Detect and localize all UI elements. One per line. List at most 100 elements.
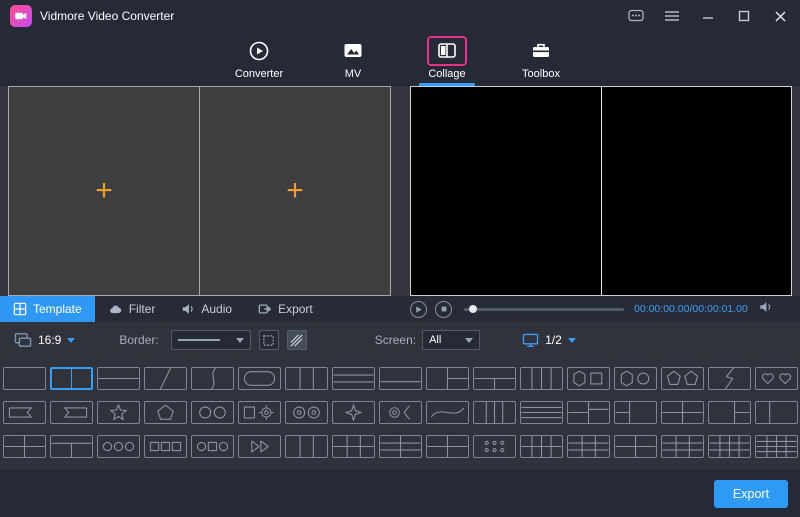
template-pentagon[interactable] bbox=[144, 401, 187, 424]
template-split-v3-b[interactable] bbox=[285, 435, 328, 458]
template-star[interactable] bbox=[97, 401, 140, 424]
template-gear-square[interactable] bbox=[238, 401, 281, 424]
lower-strip: Template Filter Audio Export 00:00:00.00… bbox=[0, 296, 800, 322]
template-fast-forward[interactable] bbox=[238, 435, 281, 458]
template-grid-2x1[interactable] bbox=[755, 401, 798, 424]
collage-toolbar: 16:9 Border: Screen: All 1/2 bbox=[0, 322, 800, 358]
tab-toolbox[interactable]: Toolbox bbox=[509, 36, 573, 86]
template-circles-pair-b[interactable] bbox=[285, 401, 328, 424]
template-dots-grid[interactable] bbox=[473, 435, 516, 458]
template-split-h2-low[interactable] bbox=[379, 367, 422, 390]
template-grid-3x3-b[interactable] bbox=[661, 435, 704, 458]
template-top-large-bottom-split[interactable] bbox=[473, 367, 516, 390]
template-inset-rounded[interactable] bbox=[238, 367, 281, 390]
template-hearts-pair[interactable] bbox=[755, 367, 798, 390]
tab-filter[interactable]: Filter bbox=[95, 296, 169, 322]
template-grid-4x2[interactable] bbox=[520, 435, 563, 458]
chevron-down-icon bbox=[235, 337, 244, 343]
collage-slot-2[interactable]: + bbox=[199, 87, 390, 295]
border-dashed-button[interactable] bbox=[258, 330, 279, 350]
screen-dropdown[interactable]: All bbox=[422, 330, 481, 350]
template-left-large-right-split[interactable] bbox=[426, 367, 469, 390]
tab-label: Template bbox=[33, 302, 82, 316]
window-title: Vidmore Video Converter bbox=[40, 9, 175, 23]
template-stripes-horizontal[interactable] bbox=[520, 401, 563, 424]
minimize-button[interactable] bbox=[698, 6, 718, 26]
template-circles-trio[interactable] bbox=[97, 435, 140, 458]
template-grid-2x3[interactable] bbox=[379, 435, 422, 458]
template-gear-bracket[interactable] bbox=[379, 401, 422, 424]
tab-audio[interactable]: Audio bbox=[168, 296, 245, 322]
tab-converter[interactable]: Converter bbox=[227, 36, 291, 86]
export-button[interactable]: Export bbox=[714, 480, 788, 508]
template-grid-4x3[interactable] bbox=[708, 435, 751, 458]
template-lightning-split[interactable] bbox=[708, 367, 751, 390]
play-button[interactable] bbox=[410, 300, 427, 318]
template-pentagon-pair[interactable] bbox=[661, 367, 704, 390]
template-grid-4x4[interactable] bbox=[755, 435, 798, 458]
template-left-v2-right-large[interactable] bbox=[614, 401, 657, 424]
template-split-v4[interactable] bbox=[520, 367, 563, 390]
template-grid-3x3[interactable] bbox=[567, 435, 610, 458]
template-split-v3[interactable] bbox=[285, 367, 328, 390]
aspect-ratio-value: 16:9 bbox=[38, 333, 62, 347]
template-wave-swoosh[interactable] bbox=[426, 401, 469, 424]
template-hexagon-square[interactable] bbox=[567, 367, 610, 390]
footer-bar: Export bbox=[0, 470, 800, 517]
template-top-h-bottom-v[interactable] bbox=[50, 435, 93, 458]
template-split-h3[interactable] bbox=[332, 367, 375, 390]
template-grid-2x2-split[interactable] bbox=[567, 401, 610, 424]
seek-slider[interactable] bbox=[464, 304, 624, 313]
template-left-large-right-h2[interactable] bbox=[708, 401, 751, 424]
feedback-icon[interactable] bbox=[626, 6, 646, 26]
template-stripes-vertical[interactable] bbox=[473, 401, 516, 424]
template-split-diagonal[interactable] bbox=[144, 367, 187, 390]
template-sparkle[interactable] bbox=[332, 401, 375, 424]
template-split-h2[interactable] bbox=[97, 367, 140, 390]
collage-editor: + + bbox=[8, 86, 391, 296]
stop-button[interactable] bbox=[435, 300, 452, 318]
seek-knob[interactable] bbox=[469, 304, 477, 313]
template-banner-left[interactable] bbox=[3, 401, 46, 424]
border-hatch-button[interactable] bbox=[286, 330, 307, 350]
template-hexagon-circle[interactable] bbox=[614, 367, 657, 390]
template-cross-2x2[interactable] bbox=[661, 401, 704, 424]
toolbox-icon bbox=[521, 36, 561, 66]
close-button[interactable] bbox=[770, 6, 790, 26]
tab-template[interactable]: Template bbox=[0, 296, 95, 322]
player-controls: 00:00:00.00/00:00:01.00 bbox=[410, 296, 796, 322]
template-circle-square-circle[interactable] bbox=[191, 435, 234, 458]
aspect-ratio-dropdown[interactable]: 16:9 bbox=[14, 332, 76, 348]
top-nav: Converter MV Collage Toolbox bbox=[0, 32, 800, 86]
maximize-button[interactable] bbox=[734, 6, 754, 26]
template-split-v2[interactable] bbox=[50, 367, 93, 390]
border-style-dropdown[interactable] bbox=[170, 330, 251, 350]
template-page-selector[interactable]: 1/2 bbox=[522, 333, 576, 348]
template-circles-pair[interactable] bbox=[191, 401, 234, 424]
tab-export[interactable]: Export bbox=[245, 296, 326, 322]
template-squares-trio[interactable] bbox=[144, 435, 187, 458]
aspect-ratio-icon bbox=[14, 333, 32, 347]
collage-slot-1[interactable]: + bbox=[9, 87, 199, 295]
template-grid-2x2-c[interactable] bbox=[426, 435, 469, 458]
app-logo-icon bbox=[10, 5, 32, 27]
timecode: 00:00:00.00/00:00:01.00 bbox=[634, 303, 748, 315]
template-grid-2x2-d[interactable] bbox=[614, 435, 657, 458]
tab-mv[interactable]: MV bbox=[321, 36, 385, 86]
play-circle-icon bbox=[239, 36, 279, 66]
preview-divider bbox=[601, 87, 602, 295]
chevron-down-icon bbox=[567, 337, 576, 343]
collage-grid-icon bbox=[427, 36, 467, 66]
chevron-down-icon bbox=[67, 337, 76, 343]
border-label: Border: bbox=[119, 333, 159, 347]
template-blank[interactable] bbox=[3, 367, 46, 390]
picture-icon bbox=[333, 36, 373, 66]
template-grid-2x2[interactable] bbox=[3, 435, 46, 458]
volume-icon[interactable] bbox=[758, 300, 773, 319]
monitor-icon bbox=[522, 333, 539, 347]
menu-icon[interactable] bbox=[662, 6, 682, 26]
template-banner-right[interactable] bbox=[50, 401, 93, 424]
tab-collage[interactable]: Collage bbox=[415, 36, 479, 86]
template-grid-3x2[interactable] bbox=[332, 435, 375, 458]
template-split-curve[interactable] bbox=[191, 367, 234, 390]
